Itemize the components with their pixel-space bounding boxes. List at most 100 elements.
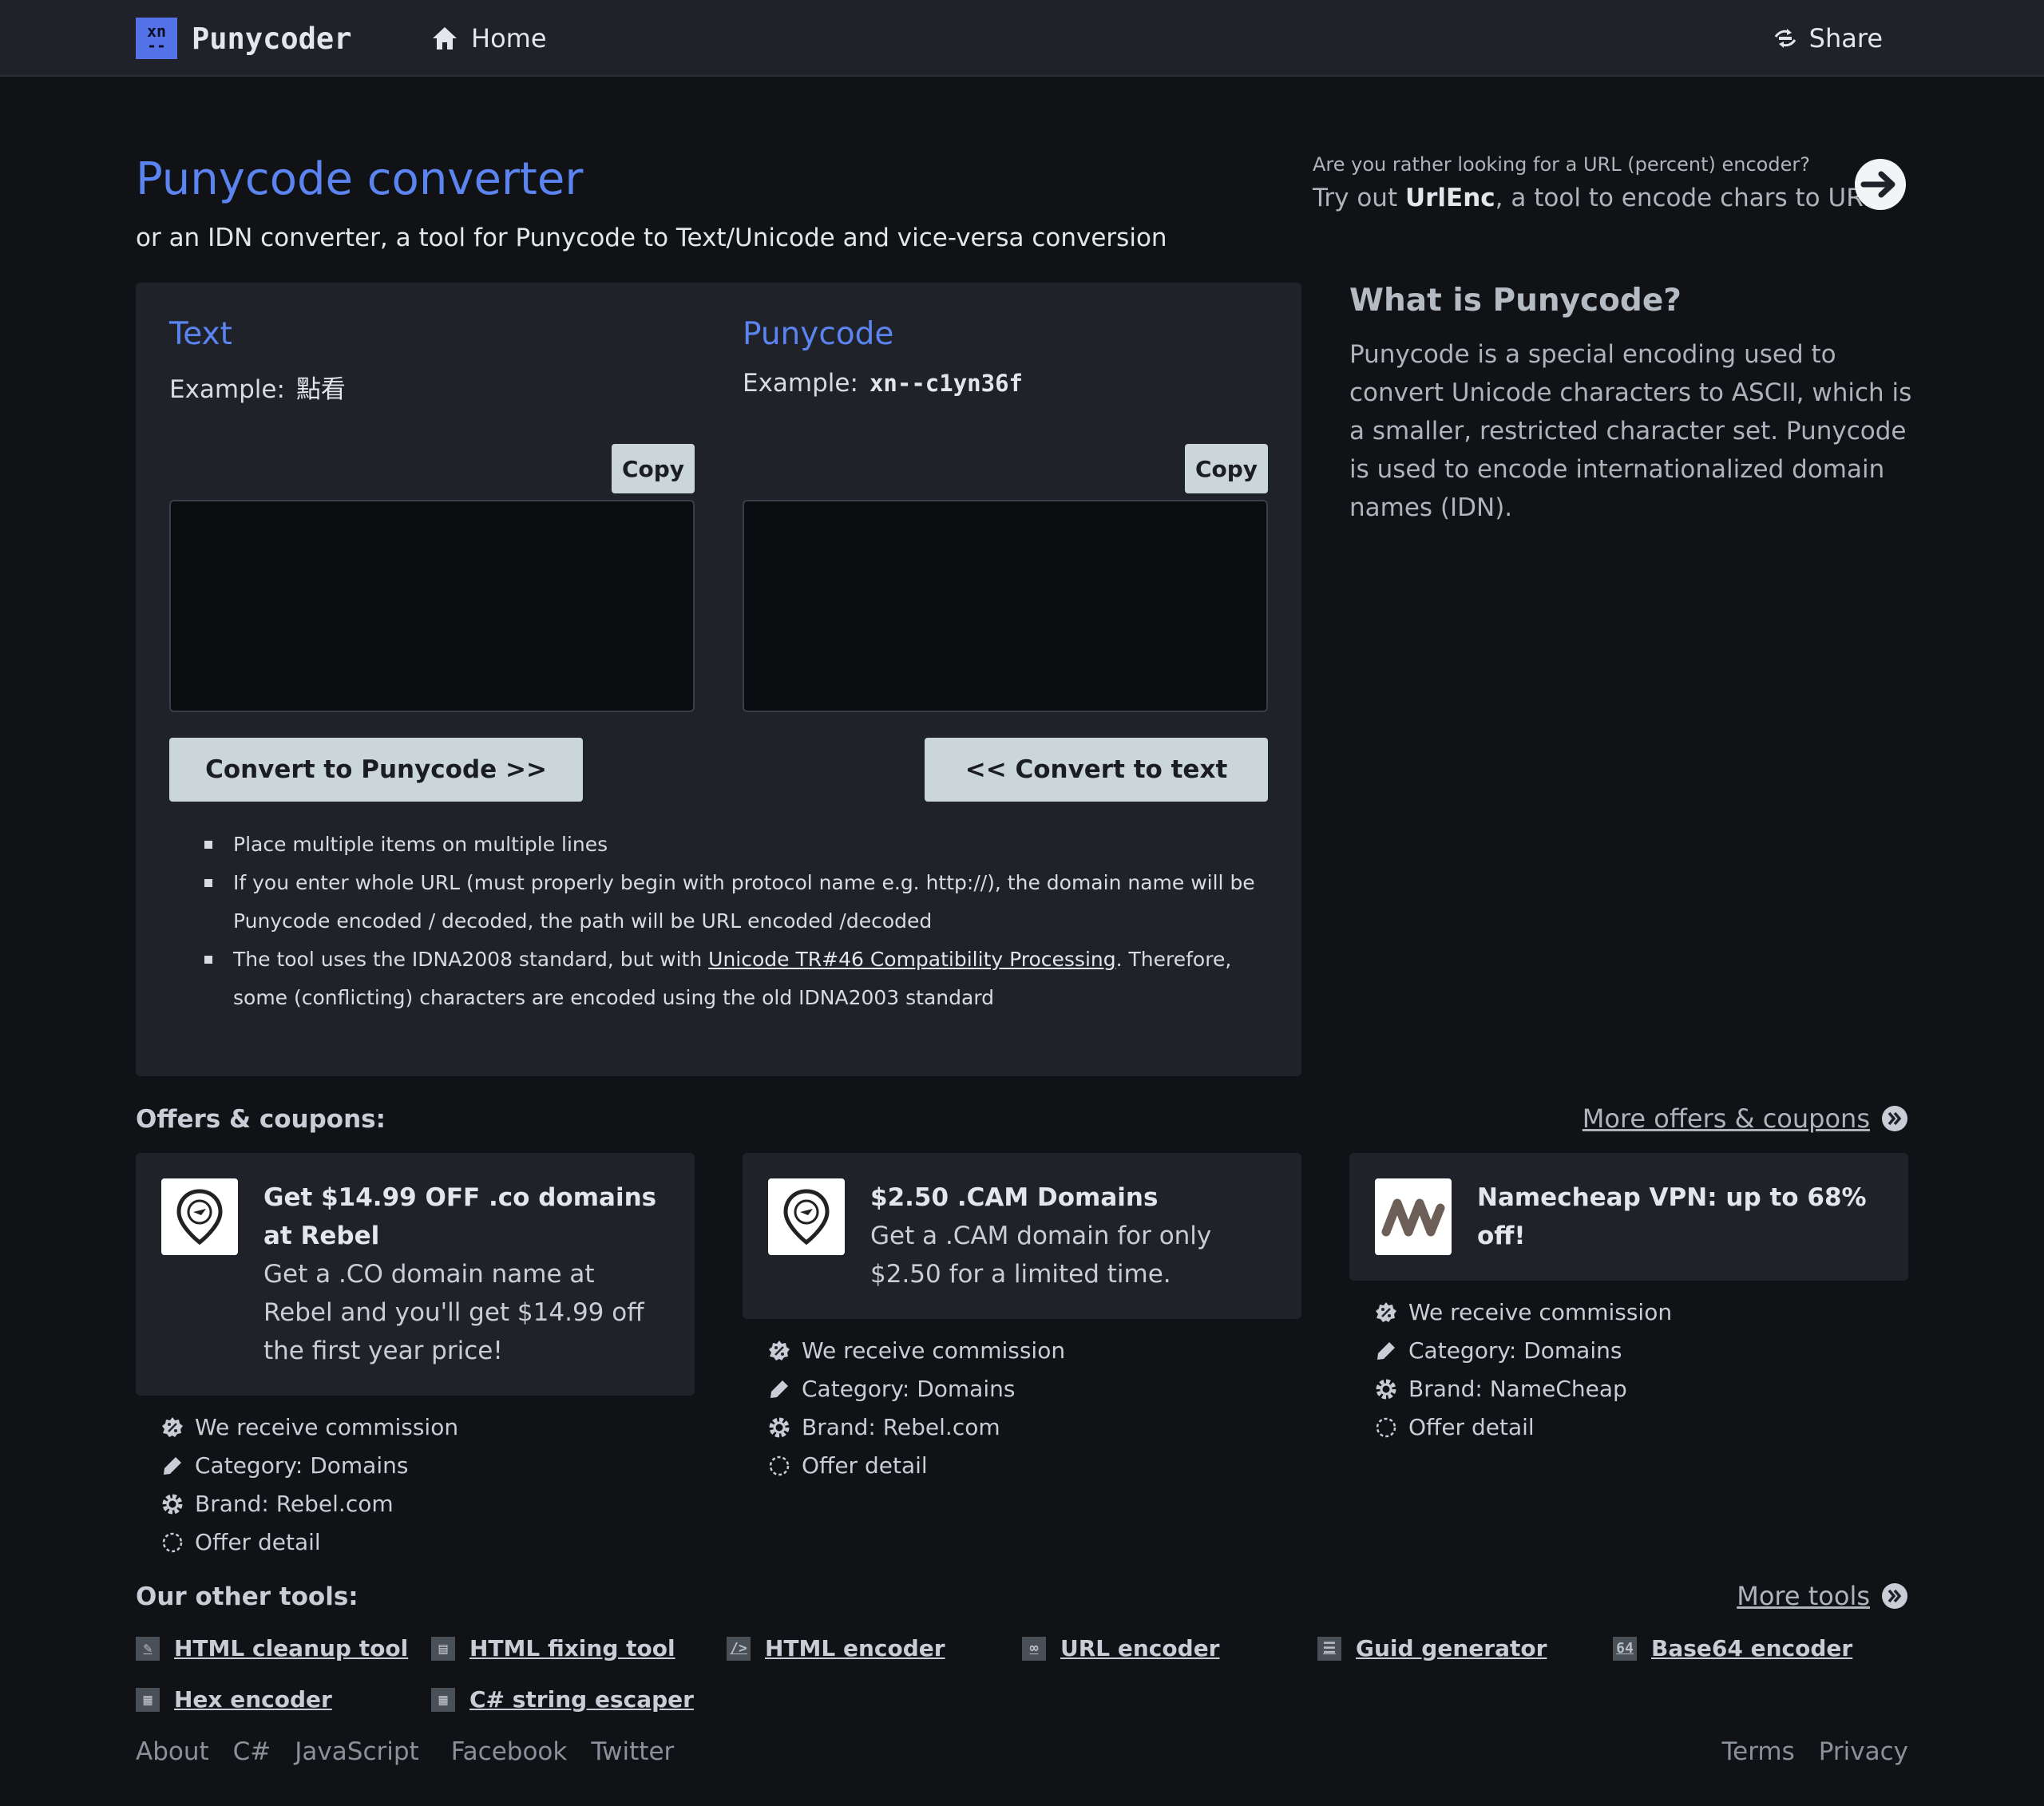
what-is-title: What is Punycode? xyxy=(1349,283,1682,319)
alt-tool-question: Are you rather looking for a URL (percen… xyxy=(1313,153,1810,176)
share-button[interactable]: Share xyxy=(1773,21,1883,56)
note-item: Place multiple items on multiple lines xyxy=(204,826,1263,864)
offer-card-body[interactable]: $2.50 .CAM Domains Get a .CAM domain for… xyxy=(743,1153,1301,1319)
percent-badge-icon xyxy=(769,1341,790,1360)
page-title: Punycode converter xyxy=(136,153,584,205)
offer-card-rebel-co: Get $14.99 OFF .co domains at Rebel Get … xyxy=(136,1153,695,1562)
arrow-right-circle-icon[interactable] xyxy=(1854,158,1907,211)
tool-hex-encoder[interactable]: ▦ Hex encoder xyxy=(136,1686,332,1713)
dashed-circle-icon xyxy=(769,1455,790,1476)
offer-brand: Brand: NameCheap xyxy=(1375,1370,1908,1408)
barcode-icon: ☰ xyxy=(1317,1636,1341,1661)
copy-punycode-button[interactable]: Copy xyxy=(1185,444,1268,493)
more-tools-link[interactable]: More tools xyxy=(1737,1581,1908,1611)
page-subtitle: or an IDN converter, a tool for Punycode… xyxy=(136,224,1167,252)
footer-javascript-link[interactable]: JavaScript xyxy=(295,1737,418,1766)
convert-to-punycode-button[interactable]: Convert to Punycode >> xyxy=(169,738,583,802)
offer-card-namecheap: Namecheap VPN: up to 68% off! We receive… xyxy=(1349,1153,1908,1447)
text-input[interactable] xyxy=(169,500,695,712)
offer-commission: We receive commission xyxy=(768,1332,1301,1370)
share-icon xyxy=(1774,29,1796,48)
gear-icon xyxy=(162,1494,183,1515)
tr46-link[interactable]: Unicode TR#46 Compatibility Processing xyxy=(708,948,1115,971)
navbar: xn -- Punycoder Home Share xyxy=(0,0,2044,77)
alt-tool-line: Try out UrlEnc, a tool to encode chars t… xyxy=(1313,184,1911,212)
note-item: The tool uses the IDNA2008 standard, but… xyxy=(204,941,1263,1017)
punycode-example-value: xn--c1yn36f xyxy=(869,370,1023,397)
punycode-title: Punycode xyxy=(743,316,894,352)
footer-left-links: About C# JavaScript Facebook Twitter xyxy=(136,1737,698,1766)
alt-tool-pre: Try out xyxy=(1313,184,1405,212)
footer-privacy-link[interactable]: Privacy xyxy=(1819,1737,1908,1766)
tool-base64-encoder[interactable]: 64 Base64 encoder xyxy=(1613,1635,1852,1661)
brand-link[interactable]: xn -- Punycoder xyxy=(136,18,351,59)
offer-commission: We receive commission xyxy=(161,1408,695,1447)
text-example-value: 點看 xyxy=(295,375,346,404)
copy-text-button[interactable]: Copy xyxy=(612,444,695,493)
offer-brand: Brand: Rebel.com xyxy=(161,1485,695,1523)
offer-title: Get $14.99 OFF .co domains at Rebel xyxy=(263,1183,657,1250)
rebel-logo-icon xyxy=(768,1178,845,1255)
offer-title: $2.50 .CAM Domains xyxy=(870,1183,1159,1212)
convert-to-text-button[interactable]: << Convert to text xyxy=(925,738,1268,802)
tool-html-encoder[interactable]: /> HTML encoder xyxy=(727,1635,945,1661)
tool-guid-generator[interactable]: ☰ Guid generator xyxy=(1317,1635,1547,1661)
brand-logo-icon: xn -- xyxy=(136,18,177,59)
offer-title: Namecheap VPN: up to 68% off! xyxy=(1477,1183,1867,1250)
more-offers-label: More offers & coupons xyxy=(1582,1103,1870,1134)
tools-list: ✎ HTML cleanup tool ▤ HTML fixing tool /… xyxy=(136,1635,1916,1747)
punycode-example: Example: xn--c1yn36f xyxy=(743,369,1023,398)
nav-home-link[interactable]: Home xyxy=(431,21,547,56)
offer-meta: We receive commission Category: Domains … xyxy=(136,1408,695,1562)
offer-body: Namecheap VPN: up to 68% off! xyxy=(1477,1178,1883,1255)
dashed-circle-icon xyxy=(1376,1417,1396,1438)
tool-csharp-escaper[interactable]: ▦ C# string escaper xyxy=(431,1686,694,1713)
punycode-example-label: Example: xyxy=(743,369,858,398)
offer-brand: Brand: Rebel.com xyxy=(768,1408,1301,1447)
offer-description: Get a .CAM domain for only $2.50 for a l… xyxy=(870,1222,1212,1289)
alt-tool-promo[interactable]: Are you rather looking for a URL (percen… xyxy=(1313,153,1911,212)
offer-detail-link[interactable]: Offer detail xyxy=(768,1447,1301,1485)
offer-category: Category: Domains xyxy=(1375,1332,1908,1370)
offer-body: $2.50 .CAM Domains Get a .CAM domain for… xyxy=(870,1178,1276,1293)
footer-right-links: Terms Privacy xyxy=(1697,1737,1908,1766)
what-is-text: Punycode is a special encoding used to c… xyxy=(1349,340,1912,522)
alt-tool-name: UrlEnc xyxy=(1404,184,1495,212)
dashed-circle-icon xyxy=(162,1532,183,1553)
more-tools-label: More tools xyxy=(1737,1581,1870,1611)
footer-about-link[interactable]: About xyxy=(136,1737,209,1766)
note-item: If you enter whole URL (must properly be… xyxy=(204,864,1263,941)
footer-facebook-link[interactable]: Facebook xyxy=(451,1737,568,1766)
offer-commission: We receive commission xyxy=(1375,1293,1908,1332)
text-title: Text xyxy=(169,316,232,352)
note-text: The tool uses the IDNA2008 standard, but… xyxy=(233,948,709,971)
offer-detail-link[interactable]: Offer detail xyxy=(1375,1408,1908,1447)
offer-card-rebel-cam: $2.50 .CAM Domains Get a .CAM domain for… xyxy=(743,1153,1301,1485)
share-label: Share xyxy=(1808,23,1883,53)
fix-icon: ▤ xyxy=(431,1636,455,1661)
punycode-input[interactable] xyxy=(743,500,1268,712)
gear-icon xyxy=(1376,1379,1396,1400)
brand-name: Punycoder xyxy=(192,21,352,56)
footer-terms-link[interactable]: Terms xyxy=(1721,1737,1794,1766)
offer-detail-link[interactable]: Offer detail xyxy=(161,1523,695,1562)
home-icon xyxy=(433,27,457,50)
more-offers-link[interactable]: More offers & coupons xyxy=(1583,1103,1908,1134)
tools-title: Our other tools: xyxy=(136,1582,358,1611)
offer-meta: We receive commission Category: Domains … xyxy=(743,1332,1301,1485)
nav-home-label: Home xyxy=(471,23,547,53)
offer-body: Get $14.99 OFF .co domains at Rebel Get … xyxy=(263,1178,669,1370)
tool-html-fixing[interactable]: ▤ HTML fixing tool xyxy=(431,1635,675,1661)
offer-description: Get a .CO domain name at Rebel and you'l… xyxy=(263,1260,644,1365)
link-icon: ∞ xyxy=(1022,1636,1046,1661)
double-chevron-right-icon xyxy=(1882,1583,1907,1609)
tool-html-cleanup[interactable]: ✎ HTML cleanup tool xyxy=(136,1635,408,1661)
usage-notes: Place multiple items on multiple lines I… xyxy=(204,826,1263,1017)
footer-csharp-link[interactable]: C# xyxy=(233,1737,271,1766)
tool-url-encoder[interactable]: ∞ URL encoder xyxy=(1022,1635,1220,1661)
csharp-icon: ▦ xyxy=(431,1687,455,1712)
offer-card-body[interactable]: Get $14.99 OFF .co domains at Rebel Get … xyxy=(136,1153,695,1396)
offer-category: Category: Domains xyxy=(768,1370,1301,1408)
offer-card-body[interactable]: Namecheap VPN: up to 68% off! xyxy=(1349,1153,1908,1281)
footer-twitter-link[interactable]: Twitter xyxy=(591,1737,674,1766)
